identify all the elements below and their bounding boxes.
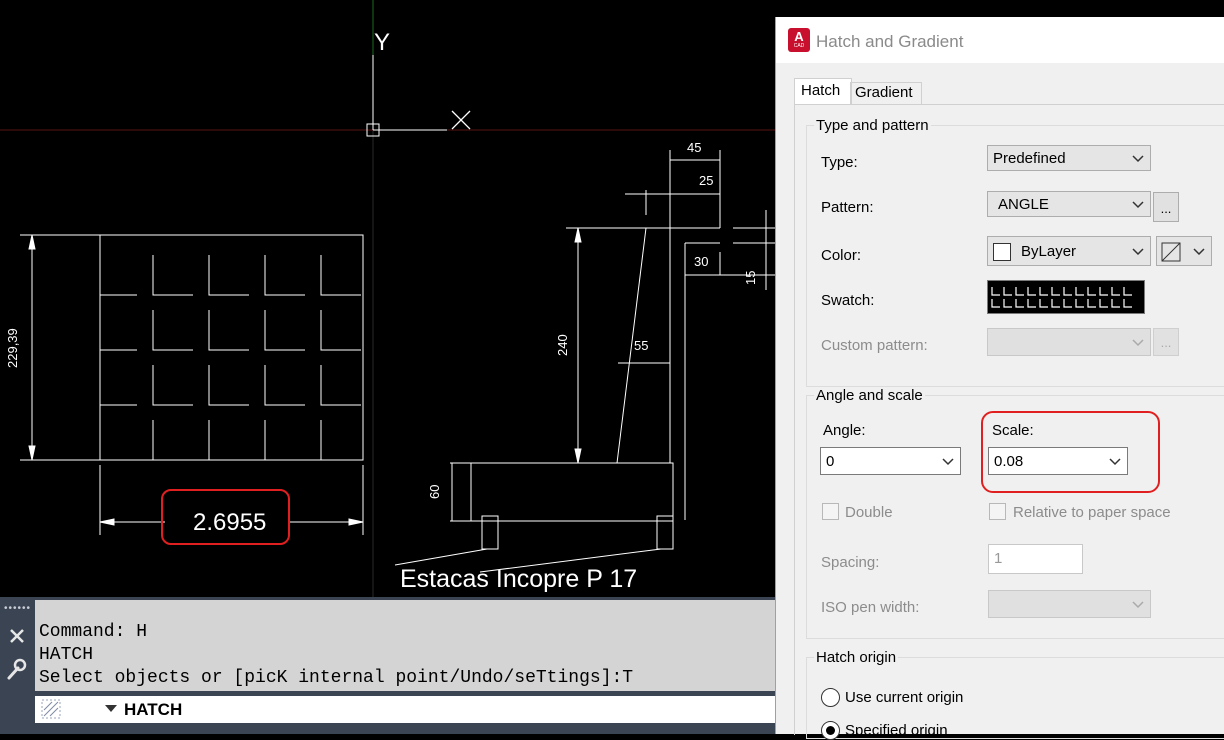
tab-gradient[interactable]: Gradient bbox=[850, 82, 922, 105]
dialog-title: Hatch and Gradient bbox=[816, 32, 964, 51]
dim-text-25: 25 bbox=[699, 173, 713, 188]
chevron-down-icon bbox=[1132, 601, 1144, 609]
color-swatch-icon bbox=[993, 243, 1011, 261]
chevron-down-icon bbox=[1132, 248, 1144, 256]
dim-text-55: 55 bbox=[634, 338, 648, 353]
hatch-gradient-dialog: A CAD Hatch and Gradient Hatch Gradient … bbox=[775, 17, 1224, 740]
drawing-canvas[interactable]: Y 229,39 2.6955 45 25 30 15 240 55 60 Es… bbox=[0, 0, 775, 600]
ucs-y-label: Y bbox=[374, 29, 390, 56]
command-line-grip[interactable]: •••••• bbox=[0, 597, 34, 734]
group-title-hatch-origin: Hatch origin bbox=[814, 649, 899, 666]
double-checkbox[interactable] bbox=[822, 503, 839, 520]
command-history-line: HATCH bbox=[39, 645, 94, 665]
type-select[interactable]: Predefined bbox=[987, 145, 1151, 171]
angle-hatch-marks bbox=[100, 255, 361, 460]
command-history-line: Select objects or [picK internal point/U… bbox=[39, 668, 634, 688]
custom-pattern-browse-button[interactable]: ... bbox=[1153, 328, 1179, 356]
spacing-input[interactable]: 1 bbox=[988, 544, 1083, 574]
hatch-command-icon bbox=[41, 699, 61, 719]
hatch-rectangle bbox=[99, 234, 364, 461]
chevron-down-icon bbox=[1132, 155, 1144, 163]
command-dropdown-icon[interactable] bbox=[105, 705, 117, 715]
tab-hatch[interactable]: Hatch bbox=[794, 78, 852, 105]
relative-paper-space-label: Relative to paper space bbox=[1013, 504, 1171, 521]
swatch-label: Swatch: bbox=[821, 292, 875, 309]
chevron-down-icon bbox=[1132, 201, 1144, 209]
spacing-label: Spacing: bbox=[821, 554, 880, 571]
angle-label: Angle: bbox=[823, 422, 866, 439]
drawing-svg[interactable]: Y 229,39 2.6955 45 25 30 15 240 55 60 Es… bbox=[0, 0, 775, 600]
custom-pattern-label: Custom pattern: bbox=[821, 337, 928, 354]
use-current-origin-label: Use current origin bbox=[845, 689, 964, 706]
wall-profile bbox=[470, 227, 775, 550]
dim-text-left-height: 229,39 bbox=[5, 328, 20, 368]
angle-select-value: 0 bbox=[826, 453, 835, 470]
relative-paper-space-checkbox[interactable] bbox=[989, 503, 1006, 520]
close-icon[interactable] bbox=[7, 626, 27, 646]
custom-pattern-select[interactable] bbox=[987, 328, 1151, 356]
angle-select[interactable]: 0 bbox=[820, 447, 961, 475]
iso-pen-width-select[interactable] bbox=[988, 590, 1151, 618]
wall-dimensions bbox=[394, 150, 775, 573]
grip-dots-icon[interactable]: •••••• bbox=[4, 603, 31, 614]
spacing-input-value: 1 bbox=[994, 550, 1003, 567]
app-icon: A CAD bbox=[788, 28, 810, 52]
dimension-left-height bbox=[20, 234, 100, 461]
dim-text-overall-width: 2.6955 bbox=[193, 509, 266, 536]
dim-text-15: 15 bbox=[743, 271, 758, 285]
command-input[interactable]: HATCH bbox=[35, 696, 775, 723]
tab-hatch-label: Hatch bbox=[801, 82, 841, 99]
group-title-type-pattern: Type and pattern bbox=[814, 117, 931, 134]
dim-text-240: 240 bbox=[555, 334, 570, 356]
command-history: Command: H HATCH Select objects or [picK… bbox=[35, 600, 775, 691]
annotation-text: Estacas Incopre P 17 bbox=[400, 565, 637, 593]
specified-origin-radio[interactable] bbox=[821, 721, 840, 740]
pattern-browse-button[interactable]: ... bbox=[1153, 192, 1179, 222]
dim-text-30: 30 bbox=[694, 254, 708, 269]
chevron-down-icon bbox=[1193, 248, 1205, 256]
wrench-icon[interactable] bbox=[5, 658, 27, 682]
angle-pattern-swatch-icon bbox=[991, 287, 1132, 308]
app-icon-sub: CAD bbox=[793, 43, 805, 49]
command-history-line: Command: H bbox=[39, 622, 148, 642]
scale-select[interactable]: 0.08 bbox=[988, 447, 1128, 475]
dim-text-60: 60 bbox=[427, 485, 442, 499]
type-select-value: Predefined bbox=[993, 150, 1066, 167]
chevron-down-icon bbox=[1109, 458, 1121, 466]
iso-pen-width-label: ISO pen width: bbox=[821, 599, 920, 616]
scale-label: Scale: bbox=[992, 422, 1034, 439]
app-icon-letter: A bbox=[794, 29, 804, 44]
pattern-label: Pattern: bbox=[821, 199, 874, 216]
pattern-select[interactable]: ANGLE bbox=[987, 191, 1151, 217]
dim-text-45: 45 bbox=[687, 140, 701, 155]
chevron-down-icon bbox=[942, 458, 954, 466]
scale-select-value: 0.08 bbox=[994, 453, 1024, 470]
command-input-text: HATCH bbox=[124, 700, 183, 719]
tab-gradient-label: Gradient bbox=[855, 84, 913, 101]
specified-origin-label: Specified origin bbox=[845, 722, 948, 739]
group-title-angle-scale: Angle and scale bbox=[814, 387, 925, 404]
ucs-x-mark bbox=[451, 110, 471, 130]
pattern-select-value: ANGLE bbox=[998, 196, 1049, 213]
background-color-select[interactable] bbox=[1156, 236, 1212, 266]
no-fill-icon bbox=[1161, 242, 1181, 262]
dialog-titlebar[interactable]: A CAD Hatch and Gradient bbox=[776, 17, 1224, 63]
color-select[interactable]: ByLayer bbox=[987, 236, 1151, 266]
use-current-origin-radio[interactable] bbox=[821, 688, 840, 707]
pattern-swatch-preview[interactable] bbox=[987, 280, 1145, 314]
color-label: Color: bbox=[821, 247, 862, 264]
double-label: Double bbox=[845, 504, 893, 521]
color-select-value: ByLayer bbox=[1021, 243, 1077, 260]
type-label: Type: bbox=[821, 154, 858, 171]
chevron-down-icon bbox=[1132, 339, 1144, 347]
